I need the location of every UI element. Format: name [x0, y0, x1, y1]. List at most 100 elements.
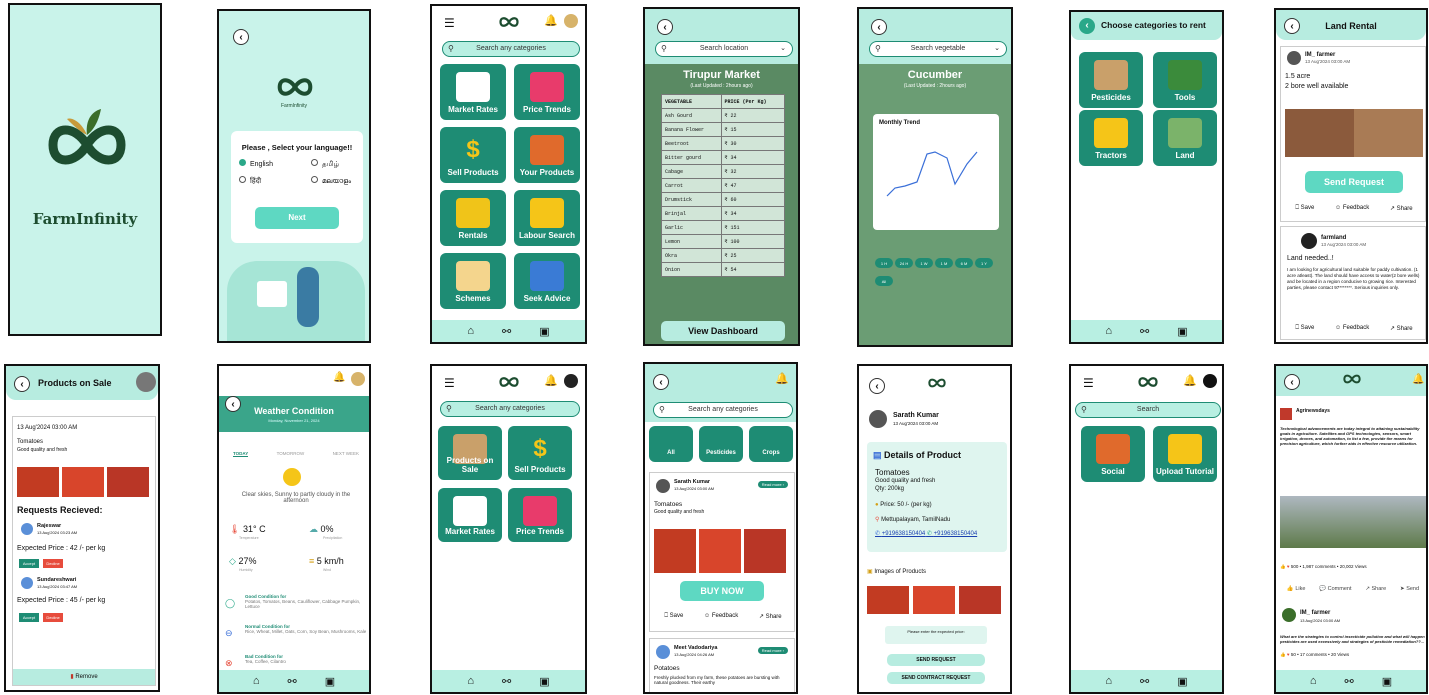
back-button[interactable]: ‹: [1284, 374, 1300, 390]
read-more-button[interactable]: Read more ›: [757, 481, 788, 488]
save-button[interactable]: ⎕ Save: [1295, 325, 1314, 332]
link-icon[interactable]: ⚯: [1140, 325, 1149, 338]
search-input[interactable]: ⚲ Search any categories: [442, 41, 580, 57]
comment-button[interactable]: 💬 Comment: [1319, 586, 1351, 592]
tile-price-trends[interactable]: Price Trends: [514, 64, 580, 120]
category-crops[interactable]: Crops: [749, 426, 793, 462]
tab-today[interactable]: TODAY: [233, 451, 249, 457]
tile-seek-advice[interactable]: Seek Advice: [514, 253, 580, 309]
range-1y[interactable]: 1 Y: [975, 258, 993, 268]
avatar[interactable]: [351, 372, 365, 386]
tile-social[interactable]: Social: [1081, 426, 1145, 482]
home-icon[interactable]: ⌂: [467, 675, 474, 687]
tile-price-trends[interactable]: Price Trends: [508, 488, 572, 542]
tile-sell-products[interactable]: $ Sell Products: [440, 127, 506, 183]
tile-your-products[interactable]: Your Products: [514, 127, 580, 183]
send-request-button[interactable]: SEND REQUEST: [887, 654, 985, 666]
option-tamil[interactable]: தமிழ்: [311, 159, 339, 169]
phone-link-1[interactable]: +919638150404: [882, 531, 926, 537]
tile-land[interactable]: Land: [1153, 110, 1217, 166]
read-more-button[interactable]: Read more ›: [757, 647, 788, 654]
range-1h[interactable]: 1 H: [875, 258, 893, 268]
phone-link-2[interactable]: +919638150404: [934, 531, 978, 537]
home-icon[interactable]: ⌂: [467, 325, 474, 337]
range-24h[interactable]: 24 H: [895, 258, 913, 268]
video-icon[interactable]: ▣: [539, 675, 549, 688]
bell-icon[interactable]: 🔔: [775, 372, 789, 385]
decline-button[interactable]: Decline: [43, 559, 63, 568]
search-location-input[interactable]: ⚲ Search location ⌄: [655, 41, 793, 57]
back-button[interactable]: ‹: [233, 29, 249, 45]
tile-market-rates[interactable]: Market Rates: [438, 488, 502, 542]
tab-tomorrow[interactable]: TOMORROW: [277, 451, 305, 457]
tile-products-on-sale[interactable]: Products on Sale: [438, 426, 502, 480]
link-icon[interactable]: ⚯: [1140, 675, 1149, 688]
accept-button[interactable]: Accept: [19, 613, 39, 622]
tab-next-week[interactable]: NEXT WEEK: [333, 451, 359, 457]
feedback-button[interactable]: ☺ Feedback: [1335, 205, 1369, 212]
bell-icon[interactable]: 🔔: [544, 14, 558, 27]
share-button[interactable]: ↗ Share: [759, 613, 782, 620]
bell-icon[interactable]: 🔔: [1412, 374, 1424, 385]
link-icon[interactable]: ⚯: [288, 675, 297, 688]
share-button[interactable]: ↗ Share: [1390, 205, 1413, 212]
tile-labour-search[interactable]: Labour Search: [514, 190, 580, 246]
video-icon[interactable]: ▣: [325, 675, 335, 688]
bell-icon[interactable]: 🔔: [544, 374, 558, 387]
tile-sell-products[interactable]: $ Sell Products: [508, 426, 572, 480]
option-english[interactable]: English: [239, 159, 273, 168]
next-button[interactable]: Next: [255, 207, 339, 229]
range-all[interactable]: All: [875, 276, 893, 286]
option-malayalam[interactable]: മലയാളം: [311, 176, 351, 186]
send-button[interactable]: ➤ Send: [1400, 586, 1419, 592]
range-6m[interactable]: 6 M: [955, 258, 973, 268]
category-all[interactable]: All: [649, 426, 693, 462]
bell-icon[interactable]: 🔔: [1183, 374, 1197, 387]
tile-tractors[interactable]: Tractors: [1079, 110, 1143, 166]
tile-tools[interactable]: Tools: [1153, 52, 1217, 108]
feedback-button[interactable]: ☺ Feedback: [704, 613, 738, 620]
avatar[interactable]: [136, 372, 156, 392]
option-hindi[interactable]: हिंदी: [239, 176, 261, 186]
avatar[interactable]: [564, 14, 578, 28]
menu-icon[interactable]: ☰: [444, 16, 455, 30]
range-1w[interactable]: 1 W: [915, 258, 933, 268]
search-input[interactable]: ⚲ Search: [1075, 402, 1221, 418]
remove-button[interactable]: ▮ Remove: [13, 669, 155, 685]
home-icon[interactable]: ⌂: [1310, 675, 1317, 687]
search-input[interactable]: ⚲ Search any categories: [440, 401, 580, 417]
link-icon[interactable]: ⚯: [502, 325, 511, 338]
buy-now-button[interactable]: BUY NOW: [680, 581, 764, 601]
search-input[interactable]: ⚲ Search any categories: [653, 402, 793, 418]
view-dashboard-button[interactable]: View Dashboard: [661, 321, 785, 341]
avatar[interactable]: [1203, 374, 1217, 388]
back-button[interactable]: ‹: [657, 19, 673, 35]
back-button[interactable]: ‹: [871, 19, 887, 35]
decline-button[interactable]: Decline: [43, 613, 63, 622]
category-pesticides[interactable]: Pesticides: [699, 426, 743, 462]
tile-upload-tutorial[interactable]: Upload Tutorial: [1153, 426, 1217, 482]
share-button[interactable]: ↗ Share: [1390, 325, 1413, 332]
link-icon[interactable]: ⚯: [1345, 675, 1354, 688]
back-button[interactable]: ‹: [653, 374, 669, 390]
tile-rentals[interactable]: Rentals: [440, 190, 506, 246]
link-icon[interactable]: ⚯: [502, 675, 511, 688]
save-button[interactable]: ⎕ Save: [664, 613, 683, 620]
menu-icon[interactable]: ☰: [444, 376, 455, 390]
tile-pesticides[interactable]: Pesticides: [1079, 52, 1143, 108]
bell-icon[interactable]: 🔔: [333, 372, 345, 383]
price-input-card[interactable]: Please enter the expected price:: [885, 626, 987, 644]
like-button[interactable]: 👍 Like: [1287, 586, 1305, 592]
home-icon[interactable]: ⌂: [253, 675, 260, 687]
share-button[interactable]: ↗ Share: [1365, 586, 1386, 592]
back-button[interactable]: ‹: [14, 376, 30, 392]
search-vegetable-input[interactable]: ⚲ Search vegetable ⌄: [869, 41, 1007, 57]
menu-icon[interactable]: ☰: [1083, 376, 1094, 390]
video-icon[interactable]: ▣: [1177, 325, 1187, 338]
feedback-button[interactable]: ☺ Feedback: [1335, 325, 1369, 332]
accept-button[interactable]: Accept: [19, 559, 39, 568]
tile-market-rates[interactable]: Market Rates: [440, 64, 506, 120]
save-button[interactable]: ⎕ Save: [1295, 205, 1314, 212]
video-icon[interactable]: ▣: [539, 325, 549, 338]
home-icon[interactable]: ⌂: [1105, 325, 1112, 337]
